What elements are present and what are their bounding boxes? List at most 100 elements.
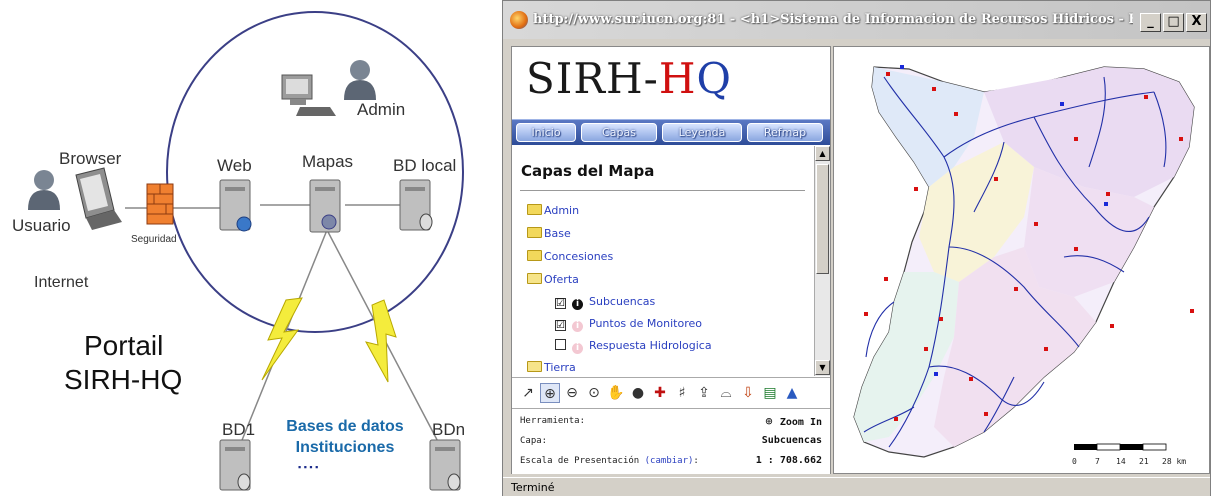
cambiar-link[interactable]: (cambiar) [645, 456, 694, 466]
app-side-panel: SIRH-HQ Inicio Capas Leyenda Refmap Capa… [511, 46, 831, 474]
escala-label-text: Escala de Presentación [520, 456, 640, 466]
maximize-button[interactable]: □ [1163, 13, 1184, 32]
print-icon[interactable]: ▤ [760, 383, 780, 403]
user-icon [28, 170, 60, 210]
firewall-icon [146, 183, 174, 225]
escala-colon: : [693, 456, 699, 466]
status-bar: Terminé [503, 477, 1210, 496]
architecture-diagram: Admin Browser Usuario Seguridad Web Mapa… [0, 0, 500, 496]
measure-icon[interactable]: ♯ [672, 383, 692, 403]
status-text: Terminé [511, 481, 555, 494]
folder-label: Admin [544, 204, 580, 217]
scroll-thumb[interactable] [816, 164, 829, 274]
info-icon[interactable]: i [572, 321, 583, 332]
layers-title: Capas del Mapa [521, 162, 655, 180]
nav-inicio-button[interactable]: Inicio [516, 123, 576, 142]
layer-label: Respuesta Hidrologica [589, 339, 712, 352]
divider [520, 190, 805, 191]
internet-label: Internet [34, 274, 89, 291]
layer-label: Subcuencas [589, 295, 656, 308]
window-titlebar[interactable]: http://www.sur.iucn.org:81 - <h1>Sistema… [503, 1, 1210, 39]
admin-computer-icon [281, 74, 336, 116]
folder-icon [527, 250, 542, 261]
scale-tick: 21 [1139, 457, 1149, 466]
bd1-label: BD1 [222, 420, 256, 439]
scale-tick: 0 [1072, 457, 1077, 466]
layer-checkbox[interactable] [555, 339, 566, 350]
minimize-button[interactable]: _ [1140, 13, 1161, 32]
folder-oferta[interactable]: Oferta [527, 273, 579, 286]
identify-icon[interactable]: ● [628, 383, 648, 403]
folder-label: Oferta [544, 273, 579, 286]
layer-respuesta-hidrologica[interactable]: i Respuesta Hidrologica [555, 339, 712, 354]
folder-icon [527, 204, 542, 215]
layer-puntos-monitoreo[interactable]: ☑ i Puntos de Monitoreo [555, 317, 702, 332]
scale-tick: 14 [1116, 457, 1126, 466]
logo-text: SIRH- [526, 54, 659, 103]
escala-label: Escala de Presentación (cambiar): [520, 456, 699, 466]
zoom-in-icon[interactable]: ⊕ [540, 383, 560, 403]
folder-label: Base [544, 227, 571, 240]
pan-hand-icon[interactable]: ✋ [606, 383, 626, 403]
folder-concesiones[interactable]: Concesiones [527, 250, 613, 263]
capa-label: Capa: [520, 436, 548, 446]
help-icon[interactable]: ▲ [782, 383, 802, 403]
bd1-server-icon [219, 439, 251, 491]
herramienta-value: ⊕ Zoom In [765, 414, 822, 428]
layer-checkbox[interactable]: ☑ [555, 320, 566, 331]
folder-label: Concesiones [544, 250, 614, 263]
browser-computer-icon [75, 167, 122, 230]
lightning-icon [261, 297, 303, 381]
window-title: http://www.sur.iucn.org:81 - <h1>Sistema… [533, 12, 1133, 27]
bdn-label: BDn [432, 420, 466, 439]
bd-local-label: BD local [393, 156, 457, 175]
layers-scrollbar[interactable]: ▲ ▼ [814, 146, 830, 376]
layers-panel: Capas del Mapa Admin Base Concesiones Of… [512, 146, 814, 376]
nav-refmap-button[interactable]: Refmap [747, 123, 823, 142]
full-extent-icon[interactable]: ↗ [518, 383, 538, 403]
bases-line1: Bases de datos [286, 418, 404, 435]
logo-q: Q [696, 54, 732, 103]
folder-label: Tierra [544, 361, 576, 374]
layer-subcuencas[interactable]: ☑ i Subcuencas [555, 295, 655, 310]
nav-bar: Inicio Capas Leyenda Refmap [512, 119, 830, 145]
zoom-previous-icon[interactable]: ⊙ [584, 383, 604, 403]
folder-open-icon [527, 273, 542, 284]
nav-capas-button[interactable]: Capas [581, 123, 657, 142]
scale-bar: 0 7 14 21 28 km [1072, 443, 1186, 466]
select-icon[interactable]: ✚ [650, 383, 670, 403]
firefox-icon [510, 11, 528, 29]
web-server-icon [219, 179, 252, 232]
nav-leyenda-button[interactable]: Leyenda [662, 123, 742, 142]
zoom-in-small-icon: ⊕ [765, 414, 780, 428]
scale-tick: 7 [1095, 457, 1100, 466]
portail-title-line1: Portail [84, 330, 164, 361]
local-db-server-icon [399, 179, 433, 231]
capa-value: Subcuencas [761, 435, 822, 446]
folder-open-icon [527, 361, 542, 372]
seguridad-label: Seguridad [131, 234, 177, 245]
folder-admin[interactable]: Admin [527, 204, 579, 217]
info-icon[interactable]: i [572, 299, 583, 310]
usuario-label: Usuario [12, 216, 71, 235]
map-view[interactable]: 0 7 14 21 28 km [833, 46, 1210, 474]
scroll-down-icon[interactable]: ▼ [815, 360, 830, 375]
logo-h: H [658, 54, 697, 103]
portail-title-line2: SIRH-HQ [64, 364, 183, 395]
folder-tierra[interactable]: Tierra [527, 361, 576, 374]
query-icon[interactable]: ⌓ [716, 383, 736, 403]
download-icon[interactable]: ⇩ [738, 383, 758, 403]
zoom-out-icon[interactable]: ⊖ [562, 383, 582, 403]
layer-label: Puntos de Monitoreo [589, 317, 702, 330]
layers-icon[interactable]: ⇪ [694, 383, 714, 403]
close-button[interactable]: X [1186, 13, 1207, 32]
scroll-up-icon[interactable]: ▲ [815, 146, 830, 161]
watershed-map[interactable]: 0 7 14 21 28 km [834, 47, 1210, 474]
layer-checkbox[interactable]: ☑ [555, 298, 566, 309]
bdn-server-icon [429, 439, 461, 491]
info-icon[interactable]: i [572, 343, 583, 354]
folder-base[interactable]: Base [527, 227, 571, 240]
info-panel: Herramienta: ⊕ Zoom In Capa: Subcuencas … [512, 408, 830, 474]
map-server-icon [309, 179, 341, 233]
scale-tick: 28 km [1162, 457, 1186, 466]
